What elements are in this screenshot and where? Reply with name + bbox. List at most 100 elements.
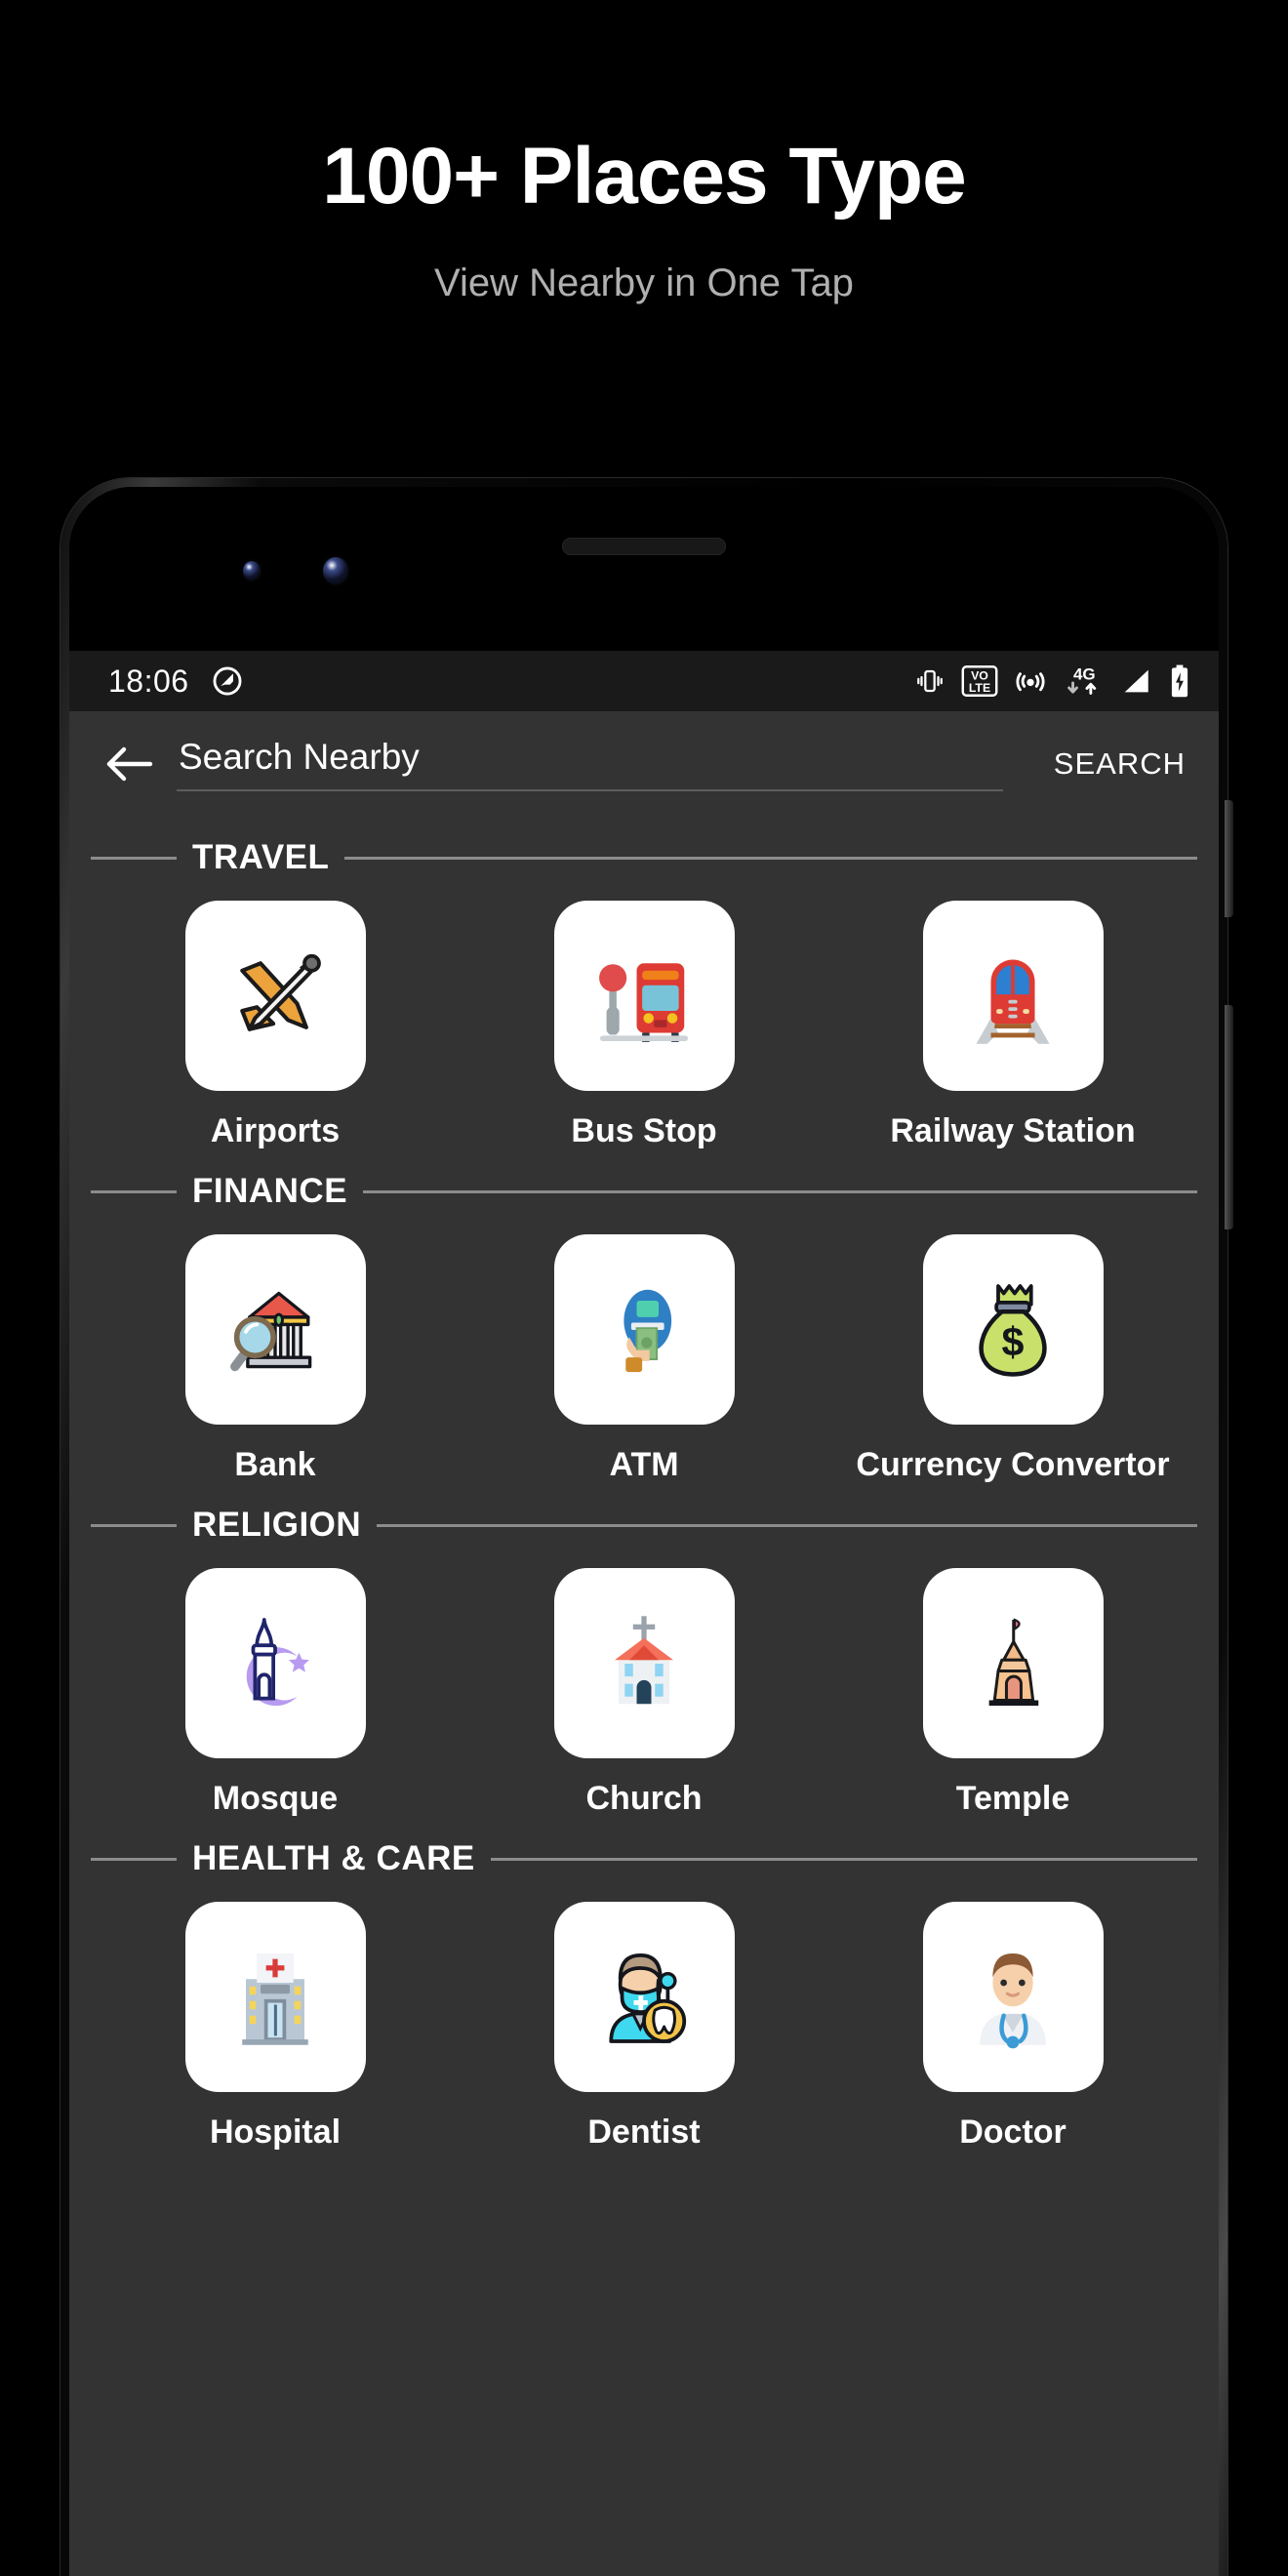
search-field-wrapper <box>177 737 1003 791</box>
place-tile-mosque[interactable]: Mosque <box>91 1568 460 1818</box>
divider-right <box>490 1857 1197 1861</box>
svg-text:4G: 4G <box>1073 665 1096 684</box>
place-tile-railway-station[interactable]: Railway Station <box>828 901 1197 1150</box>
section-grid-finance: Bank ATM $ Currency Convertor <box>69 1217 1219 1484</box>
phone-bezel-top <box>69 487 1219 651</box>
bus-stop-icon <box>599 962 688 1042</box>
place-tile-airports[interactable]: Airports <box>91 901 460 1150</box>
tile-surface <box>922 901 1104 1091</box>
place-tile-dentist[interactable]: Dentist <box>460 1902 828 2152</box>
place-label: Hospital <box>209 2113 342 2151</box>
tile-surface <box>553 1568 735 1758</box>
front-camera-icon <box>323 557 348 584</box>
train-icon <box>976 959 1050 1044</box>
section-header-religion: RELIGION <box>69 1506 1219 1545</box>
money-bag-icon: $ <box>979 1283 1047 1377</box>
dnd-icon <box>211 664 244 698</box>
divider-left <box>91 1523 177 1527</box>
divider-right <box>363 1189 1197 1193</box>
divider-left <box>91 1189 177 1193</box>
places-content: TRAVEL Airports Bus Stop Railway Station… <box>69 838 1219 2171</box>
status-bar-right: VO LTE 4G <box>914 664 1191 698</box>
tile-surface <box>553 1902 735 2092</box>
place-tile-temple[interactable]: Temple <box>828 1568 1197 1818</box>
search-button[interactable]: SEARCH <box>1044 739 1191 789</box>
place-label: Bank <box>234 1446 316 1483</box>
tile-surface <box>553 901 735 1091</box>
back-arrow-icon[interactable] <box>102 738 155 790</box>
page-title: 100+ Places Type <box>322 132 966 221</box>
network-4g-icon: 4G <box>1063 664 1104 698</box>
place-tile-doctor[interactable]: Doctor <box>828 1902 1197 2152</box>
place-label: Airports <box>210 1112 341 1149</box>
search-toolbar: SEARCH <box>69 711 1219 817</box>
section-title: FINANCE <box>192 1172 348 1210</box>
section-title: HEALTH & CARE <box>192 1839 475 1877</box>
section-header-finance: FINANCE <box>69 1172 1219 1211</box>
svg-text:$: $ <box>1002 1319 1025 1364</box>
place-label: Doctor <box>959 2113 1067 2151</box>
place-tile-currency-convertor[interactable]: $ Currency Convertor <box>828 1234 1197 1484</box>
earpiece-speaker <box>562 538 726 555</box>
tile-surface <box>184 1902 366 2092</box>
section-grid-travel: Airports Bus Stop Railway Station <box>69 883 1219 1150</box>
place-label: Dentist <box>587 2113 701 2151</box>
tile-surface <box>184 1234 366 1425</box>
phone-screen: 18:06 VO LTE 4G Search Nearby SEARCH TRA… <box>69 651 1219 2576</box>
place-label: Railway Station <box>890 1112 1136 1149</box>
tile-surface <box>553 1234 735 1425</box>
divider-left <box>91 856 177 860</box>
volte-icon: VO LTE <box>961 665 998 697</box>
volume-button[interactable] <box>1225 1005 1233 1229</box>
sensor-icon <box>243 561 261 581</box>
dentist-icon <box>609 1952 687 2043</box>
bank-icon <box>230 1291 312 1371</box>
tile-surface <box>922 1568 1104 1758</box>
hotspot-icon <box>1014 664 1047 698</box>
mosque-icon <box>246 1617 309 1706</box>
church-icon <box>615 1615 673 1704</box>
status-bar-left: 18:06 <box>108 664 244 700</box>
tile-surface <box>184 901 366 1091</box>
tile-surface <box>922 1902 1104 2092</box>
place-label: ATM <box>609 1446 679 1483</box>
section-grid-religion: Mosque Church Temple <box>69 1550 1219 1818</box>
place-label: Mosque <box>212 1780 339 1817</box>
status-time: 18:06 <box>108 663 189 699</box>
divider-left <box>91 1857 177 1861</box>
airplane-icon <box>240 953 321 1031</box>
place-label: Bus Stop <box>571 1112 717 1149</box>
section-grid-health-care: Hospital Dentist Doctor <box>69 1884 1219 2152</box>
place-label: Church <box>585 1780 703 1817</box>
place-tile-bank[interactable]: Bank <box>91 1234 460 1484</box>
page-subtitle: View Nearby in One Tap <box>434 262 854 304</box>
section-title: TRAVEL <box>192 838 330 876</box>
phone-mockup: 18:06 VO LTE 4G Search Nearby SEARCH TRA… <box>60 478 1233 2576</box>
section-header-health-care: HEALTH & CARE <box>69 1839 1219 1878</box>
temple-icon <box>988 1617 1039 1706</box>
tile-surface: $ <box>922 1234 1104 1425</box>
signal-icon <box>1119 665 1152 697</box>
battery-charging-icon <box>1168 664 1191 698</box>
tile-surface <box>184 1568 366 1758</box>
place-tile-church[interactable]: Church <box>460 1568 828 1818</box>
svg-text:LTE: LTE <box>969 681 990 695</box>
section-title: RELIGION <box>192 1506 362 1544</box>
place-tile-bus-stop[interactable]: Bus Stop <box>460 901 828 1150</box>
search-input[interactable] <box>177 737 1003 791</box>
place-tile-hospital[interactable]: Hospital <box>91 1902 460 2152</box>
section-header-travel: TRAVEL <box>69 838 1219 877</box>
hospital-icon <box>242 1952 308 2045</box>
place-label: Currency Convertor <box>856 1446 1170 1483</box>
divider-right <box>344 856 1197 860</box>
doctor-icon <box>980 1952 1046 2048</box>
power-button[interactable] <box>1225 800 1233 917</box>
promo-header: 100+ Places Type View Nearby in One Tap <box>0 0 1288 304</box>
place-label: Temple <box>955 1780 1070 1817</box>
vibrate-icon <box>914 665 946 697</box>
phone-body: 18:06 VO LTE 4G Search Nearby SEARCH TRA… <box>69 487 1219 2576</box>
atm-icon <box>624 1289 672 1372</box>
place-tile-atm[interactable]: ATM <box>460 1234 828 1484</box>
status-bar: 18:06 VO LTE 4G <box>69 651 1219 711</box>
divider-right <box>377 1523 1197 1527</box>
